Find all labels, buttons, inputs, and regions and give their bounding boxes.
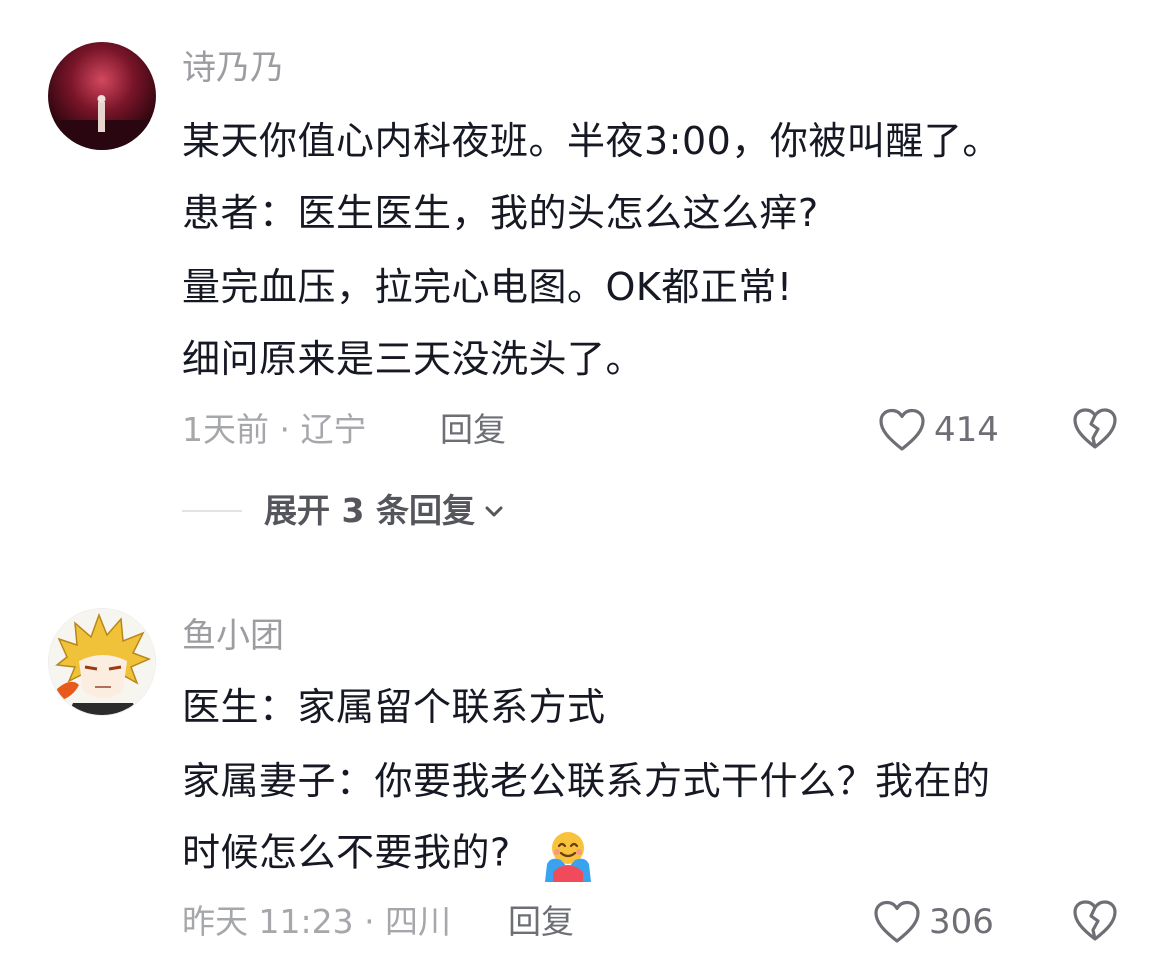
comment-text-line: 医生：家属留个联系方式 [182, 685, 606, 729]
comment-text-line: 家属妻子：你要我老公联系方式干什么？我在的 [182, 759, 991, 803]
heart-icon [874, 900, 920, 943]
like-button[interactable]: 306 [873, 899, 994, 945]
expand-replies-button[interactable]: 展开 3 条回复 [182, 491, 505, 531]
comment-text-line: 某天你值心内科夜班。半夜3:00，你被叫醒了。 [182, 119, 1001, 163]
heart-icon [879, 408, 925, 451]
dislike-button[interactable] [1072, 407, 1118, 453]
expand-replies-label: 展开 3 条回复 [264, 491, 475, 530]
like-count: 306 [929, 902, 994, 942]
comment-text-line: 时候怎么不要我的? [182, 828, 595, 882]
avatar[interactable] [48, 42, 156, 150]
like-button[interactable]: 414 [878, 407, 999, 453]
like-count: 414 [934, 410, 999, 450]
broken-heart-icon [1073, 408, 1117, 449]
username[interactable]: 鱼小团 [182, 616, 284, 656]
broken-heart-icon [1073, 900, 1117, 941]
comment-meta: 昨天 11:23 · 四川 [182, 902, 452, 941]
reply-button[interactable]: 回复 [508, 902, 574, 942]
dislike-button[interactable] [1072, 899, 1118, 945]
comment-item: 诗乃乃 某天你值心内科夜班。半夜3:00，你被叫醒了。 患者：医生医生，我的头怎… [0, 0, 1169, 560]
comment-text: 时候怎么不要我的? [182, 830, 511, 875]
comment-item: 鱼小团 医生：家属留个联系方式 家属妻子：你要我老公联系方式干什么？我在的 时候… [0, 560, 1169, 965]
reply-button[interactable]: 回复 [440, 410, 506, 450]
hugging-face-emoji [545, 832, 592, 882]
divider [182, 510, 242, 512]
username[interactable]: 诗乃乃 [182, 48, 284, 88]
comment-meta: 1天前 · 辽宁 [182, 410, 367, 449]
comment-text-line: 量完血压，拉完心电图。OK都正常! [182, 265, 793, 309]
avatar[interactable] [48, 608, 156, 716]
comment-text-line: 细问原来是三天没洗头了。 [182, 337, 645, 381]
chevron-down-icon [485, 506, 503, 517]
comment-text-line: 患者：医生医生，我的头怎么这么痒? [182, 191, 819, 235]
